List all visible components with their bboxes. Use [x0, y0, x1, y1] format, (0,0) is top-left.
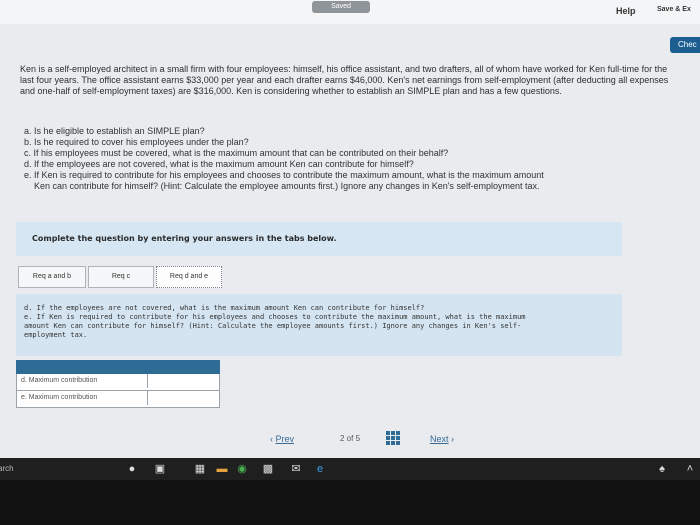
question-panel-line-2: e. If Ken is required to contribute for …	[24, 313, 526, 321]
question-e: e. If Ken is required to contribute for …	[24, 170, 544, 180]
question-list: a. Is he eligible to establish an SIMPLE…	[24, 126, 684, 192]
question-d: d. If the employees are not covered, wha…	[24, 159, 414, 169]
next-button[interactable]: Next ›	[430, 434, 454, 444]
question-panel: d. If the employees are not covered, wha…	[16, 294, 622, 356]
question-c: c. If his employees must be covered, wha…	[24, 148, 449, 158]
folder-icon[interactable]: ▬	[216, 463, 228, 475]
microphone-icon[interactable]: ●	[126, 463, 138, 475]
answer-label-d: d. Maximum contribution	[21, 377, 98, 384]
tab-req-a-and-b[interactable]: Req a and b	[18, 266, 86, 288]
answer-row-e: e. Maximum contribution	[16, 391, 220, 408]
grid-icon[interactable]	[386, 431, 400, 445]
problem-text: Ken is a self-employed architect in a sm…	[20, 64, 669, 96]
answer-input-d[interactable]	[147, 374, 216, 388]
tab-req-c[interactable]: Req c	[88, 266, 154, 288]
saved-indicator: Saved	[312, 1, 370, 13]
next-label: Next	[430, 434, 449, 444]
question-panel-line-1: d. If the employees are not covered, wha…	[24, 304, 425, 312]
store-icon[interactable]: ▩	[262, 463, 274, 475]
answer-row-d: d. Maximum contribution	[16, 374, 220, 391]
edge-icon[interactable]: e	[314, 463, 326, 475]
mail-icon[interactable]: ✉	[290, 463, 302, 475]
answer-table: d. Maximum contribution e. Maximum contr…	[16, 360, 220, 408]
file-explorer-icon[interactable]: ▦	[194, 463, 206, 475]
page-indicator: 2 of 5	[340, 434, 361, 443]
instruction-text: Complete the question by entering your a…	[32, 234, 337, 243]
taskbar: arch ● ▣ ▦ ▬ ◉ ▩ ✉ e ♠ ˄	[0, 458, 700, 525]
taskbar-strip: arch ● ▣ ▦ ▬ ◉ ▩ ✉ e ♠ ˄	[0, 458, 700, 480]
answer-label-e: e. Maximum contribution	[21, 394, 98, 401]
question-a: a. Is he eligible to establish an SIMPLE…	[24, 126, 205, 136]
prev-label: Prev	[275, 434, 295, 444]
question-e-continued: Ken can contribute for himself? (Hint: C…	[34, 181, 540, 191]
taskbar-search[interactable]: arch	[0, 464, 14, 473]
question-panel-line-3: amount Ken can contribute for himself? (…	[24, 322, 522, 330]
chevron-up-icon[interactable]: ˄	[684, 463, 696, 475]
answer-input-e[interactable]	[147, 391, 216, 405]
check-my-work-button[interactable]: Chec	[670, 37, 700, 53]
top-bar: Saved Help Save & Ex	[0, 0, 700, 24]
answer-table-header	[16, 360, 220, 374]
question-b: b. Is he required to cover his employees…	[24, 137, 249, 147]
tab-req-d-and-e[interactable]: Req d and e	[156, 266, 222, 288]
task-view-icon[interactable]: ▣	[154, 463, 166, 475]
chrome-icon[interactable]: ◉	[236, 463, 248, 475]
save-exit-button[interactable]: Save & Ex	[657, 6, 691, 13]
chevron-left-icon: ‹	[270, 434, 273, 444]
instruction-banner: Complete the question by entering your a…	[16, 222, 622, 256]
chevron-right-icon: ›	[451, 434, 455, 444]
people-icon[interactable]: ♠	[656, 463, 668, 475]
help-link[interactable]: Help	[616, 6, 636, 16]
question-panel-line-4: employment tax.	[24, 331, 88, 339]
prev-button[interactable]: ‹ Prev	[270, 434, 294, 444]
